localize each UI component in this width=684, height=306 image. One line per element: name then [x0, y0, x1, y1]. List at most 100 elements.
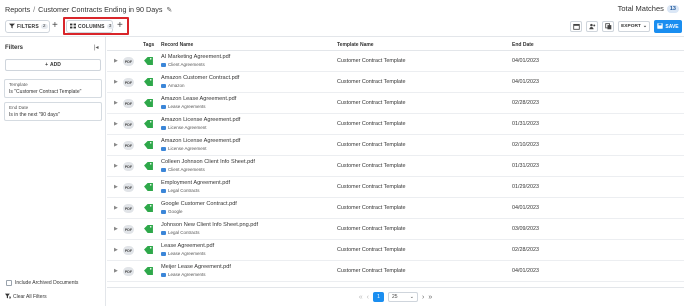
tag-icon[interactable]: [144, 204, 153, 212]
tag-icon[interactable]: [144, 141, 153, 149]
table-row[interactable]: ▶ PDF Google Customer Contract.pdf Google Cu…: [107, 198, 684, 219]
header-template-name[interactable]: Template Name: [337, 42, 374, 48]
end-date: 04/01/2023: [512, 205, 539, 211]
pdf-file-icon: PDF: [123, 141, 134, 150]
per-page-select[interactable]: 25 ⌄: [388, 292, 418, 302]
table-row[interactable]: ▶ PDF Meijer Lease Agreement.pdf Lease Agre…: [107, 261, 684, 282]
add-filter-button[interactable]: + ADD: [5, 59, 101, 71]
export-label: EXPORT: [621, 24, 641, 29]
folder-name: Amazon: [168, 83, 185, 88]
folder-icon: [161, 209, 166, 214]
record-name[interactable]: Amazon License Agreement.pdf: [161, 138, 240, 144]
record-folder[interactable]: Legal Contracts: [161, 188, 200, 193]
record-folder[interactable]: Client Agreements: [161, 62, 205, 67]
tag-icon[interactable]: [144, 120, 153, 128]
filter-chip-template[interactable]: Template Is "Customer Contract Template": [4, 79, 102, 98]
include-archived-toggle[interactable]: Include Archived Documents: [6, 280, 78, 286]
breadcrumb: Reports / Customer Contracts Ending in 90 …: [5, 5, 172, 14]
table-row[interactable]: ▶ PDF Amazon License Agreement.pdf License …: [107, 135, 684, 156]
export-button[interactable]: EXPORT ⌄: [618, 21, 650, 32]
template-name: Customer Contract Template: [337, 268, 406, 274]
tag-icon[interactable]: [144, 78, 153, 86]
add-filter-plus-icon[interactable]: +: [52, 21, 58, 31]
tag-icon[interactable]: [144, 162, 153, 170]
table-row[interactable]: ▶ PDF Amazon License Agreement.pdf License …: [107, 114, 684, 135]
record-folder[interactable]: Client Agreements: [161, 167, 205, 172]
folder-icon: [161, 188, 166, 193]
tag-icon[interactable]: [144, 57, 153, 65]
expand-icon[interactable]: ▶: [114, 205, 118, 211]
expand-icon[interactable]: ▶: [114, 58, 118, 64]
record-folder[interactable]: License Agreement: [161, 146, 207, 151]
save-button[interactable]: SAVE: [654, 20, 682, 33]
next-page-icon[interactable]: ›: [422, 294, 424, 301]
expand-icon[interactable]: ▶: [114, 268, 118, 274]
record-folder[interactable]: Lease Agreements: [161, 104, 206, 109]
header-record-name[interactable]: Record Name: [161, 42, 193, 48]
people-icon[interactable]: [586, 21, 598, 32]
copy-icon[interactable]: [602, 21, 614, 32]
clear-all-filters-button[interactable]: Clear All Filters: [5, 293, 47, 301]
table-row[interactable]: ▶ PDF Lease Agreement.pdf Lease Agreements C…: [107, 240, 684, 261]
record-folder[interactable]: Google: [161, 209, 183, 214]
calendar-icon[interactable]: [570, 21, 582, 32]
folder-name: Google: [168, 209, 183, 214]
tag-icon[interactable]: [144, 183, 153, 191]
current-page[interactable]: 1: [373, 292, 384, 302]
tag-icon[interactable]: [144, 99, 153, 107]
table-row[interactable]: ▶ PDF Amazon Lease Agreement.pdf Lease Agre…: [107, 93, 684, 114]
record-folder[interactable]: License Agreement: [161, 125, 207, 130]
expand-icon[interactable]: ▶: [114, 247, 118, 253]
table-row[interactable]: ▶ PDF AI Marketing Agreement.pdf Client Agr…: [107, 51, 684, 72]
template-name: Customer Contract Template: [337, 121, 406, 127]
expand-icon[interactable]: ▶: [114, 79, 118, 85]
breadcrumb-root[interactable]: Reports: [5, 5, 30, 14]
table-row[interactable]: ▶ PDF Colleen Johnson Client Info Sheet.pd…: [107, 156, 684, 177]
edit-icon[interactable]: ✎: [166, 7, 172, 14]
record-name[interactable]: Employment Agreement.pdf: [161, 180, 230, 186]
record-name[interactable]: Amazon Lease Agreement.pdf: [161, 96, 236, 102]
record-name[interactable]: Google Customer Contract.pdf: [161, 201, 237, 207]
record-name[interactable]: Lease Agreement.pdf: [161, 243, 214, 249]
filter-icon: [9, 23, 15, 31]
record-name[interactable]: Colleen Johnson Client Info Sheet.pdf: [161, 159, 255, 165]
record-name[interactable]: Johnson New Client Info Sheet.png.pdf: [161, 222, 258, 228]
folder-icon: [161, 125, 166, 130]
expand-icon[interactable]: ▶: [114, 163, 118, 169]
record-name[interactable]: Amazon License Agreement.pdf: [161, 117, 240, 123]
filters-button[interactable]: FILTERS 2: [5, 20, 50, 33]
tag-icon[interactable]: [144, 225, 153, 233]
record-folder[interactable]: Amazon: [161, 83, 185, 88]
filters-label: FILTERS: [17, 23, 39, 30]
table-row[interactable]: ▶ PDF Johnson New Client Info Sheet.png.pd…: [107, 219, 684, 240]
folder-name: License Agreement: [168, 125, 207, 130]
record-name[interactable]: Amazon Customer Contract.pdf: [161, 75, 239, 81]
table-row[interactable]: ▶ PDF Amazon Customer Contract.pdf Amazon Cu…: [107, 72, 684, 93]
record-folder[interactable]: Lease Agreements: [161, 272, 206, 277]
folder-name: License Agreement: [168, 146, 207, 151]
record-folder[interactable]: Lease Agreements: [161, 251, 206, 256]
expand-icon[interactable]: ▶: [114, 121, 118, 127]
header-end-date[interactable]: End Date: [512, 42, 534, 48]
expand-icon[interactable]: ▶: [114, 142, 118, 148]
record-name[interactable]: Meijer Lease Agreement.pdf: [161, 264, 231, 270]
record-name[interactable]: AI Marketing Agreement.pdf: [161, 54, 230, 60]
prev-page-icon[interactable]: ‹: [367, 294, 369, 301]
end-date: 02/10/2023: [512, 142, 539, 148]
per-page-value: 25: [392, 294, 398, 300]
header-tags[interactable]: Tags: [143, 42, 154, 48]
expand-icon[interactable]: ▶: [114, 226, 118, 232]
collapse-icon[interactable]: |◂: [94, 44, 99, 51]
expand-icon[interactable]: ▶: [114, 184, 118, 190]
tag-icon[interactable]: [144, 267, 153, 275]
table-row[interactable]: ▶ PDF Employment Agreement.pdf Legal Contra…: [107, 177, 684, 198]
first-page-icon[interactable]: «: [359, 294, 363, 301]
template-name: Customer Contract Template: [337, 58, 406, 64]
record-folder[interactable]: Legal Contracts: [161, 230, 200, 235]
include-archived-checkbox[interactable]: [6, 280, 12, 286]
filter-label: Template: [9, 82, 28, 87]
tag-icon[interactable]: [144, 246, 153, 254]
expand-icon[interactable]: ▶: [114, 100, 118, 106]
last-page-icon[interactable]: »: [428, 294, 432, 301]
filter-chip-end-date[interactable]: End Date Is in the next "90 days": [4, 102, 102, 121]
